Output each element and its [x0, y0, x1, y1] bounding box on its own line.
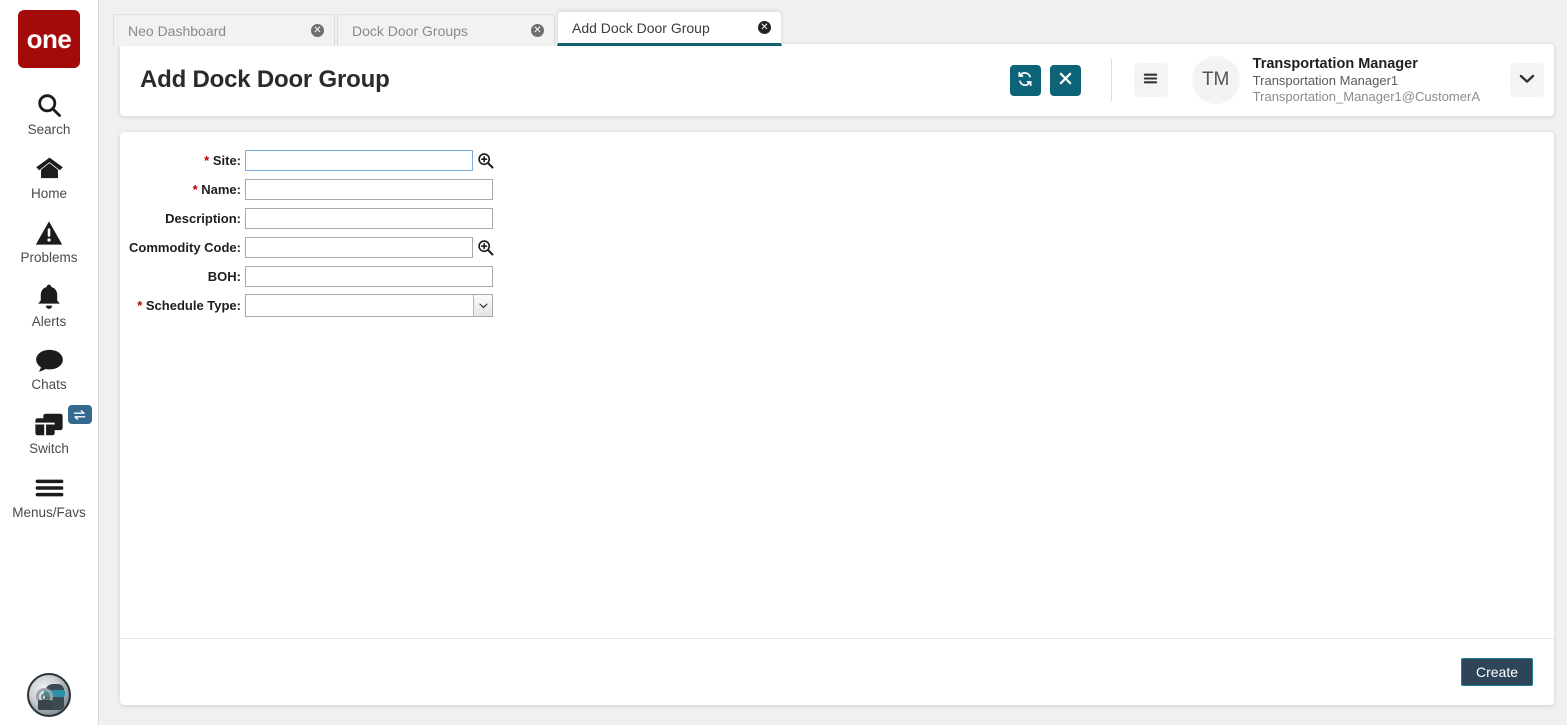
tab-dock-door-groups[interactable]: Dock Door Groups ✕: [337, 14, 555, 46]
site-label: * Site:: [120, 153, 245, 168]
commodity-code-label: Commodity Code:: [129, 240, 241, 255]
hamburger-icon: [35, 473, 64, 503]
tab-label: Dock Door Groups: [352, 22, 468, 39]
field-row-description: Description:: [120, 206, 1554, 231]
warning-triangle-icon: [35, 218, 63, 248]
required-asterisk: *: [137, 298, 143, 313]
schedule-type-label: * Schedule Type:: [120, 298, 245, 313]
robot-arm: [38, 700, 52, 710]
sidebar-item-switch[interactable]: Switch: [0, 405, 99, 457]
swap-arrows-icon[interactable]: [67, 405, 92, 425]
label-text: Name:: [201, 182, 241, 197]
sidebar-item-home[interactable]: Home: [0, 154, 99, 202]
close-circle-icon[interactable]: ✕: [531, 24, 544, 37]
site-input[interactable]: [245, 150, 473, 171]
tab-neo-dashboard[interactable]: Neo Dashboard ✕: [113, 14, 335, 46]
required-asterisk: *: [192, 182, 198, 197]
sidebar-item-chats[interactable]: Chats: [0, 345, 99, 393]
form-fields-area: * Site: * Name: Description: Commodity C…: [120, 132, 1554, 638]
description-label: Description:: [165, 211, 241, 226]
form-panel: * Site: * Name: Description: Commodity C…: [120, 132, 1554, 705]
sidebar-item-label: Alerts: [31, 313, 67, 329]
commodity-code-input[interactable]: [245, 237, 473, 258]
sidebar-item-label: Search: [27, 122, 71, 137]
logo-text: one: [26, 24, 72, 54]
field-row-commodity-code: Commodity Code:: [120, 235, 1554, 260]
close-page-button[interactable]: [1049, 64, 1081, 96]
user-info: Transportation Manager Transportation Ma…: [1253, 55, 1480, 106]
windows-stack-icon: [34, 409, 64, 439]
field-row-site: * Site:: [120, 148, 1554, 173]
sidebar-item-problems[interactable]: Problems: [0, 218, 99, 266]
field-row-name: * Name:: [120, 177, 1554, 202]
field-row-schedule-type: * Schedule Type:: [120, 293, 1554, 318]
header-divider: [1110, 59, 1112, 101]
user-name: Transportation Manager1: [1252, 72, 1399, 88]
tab-add-dock-door-group[interactable]: Add Dock Door Group ✕: [557, 11, 782, 46]
sidebar-item-label: Chats: [31, 377, 67, 393]
panel-footer: Create: [120, 638, 1554, 705]
label-text: Site:: [212, 153, 241, 168]
chevron-down-icon: [1519, 71, 1535, 89]
user-role: Transportation Manager: [1252, 55, 1418, 72]
assistant-robot-icon[interactable]: [27, 673, 71, 717]
header-actions: TM Transportation Manager Transportation…: [1001, 55, 1554, 106]
name-input[interactable]: [245, 179, 493, 200]
page-header-card: Add Dock Door Group TM Transportation Ma…: [120, 44, 1554, 116]
magnifier-plus-icon[interactable]: [475, 238, 495, 258]
boh-label: BOH:: [207, 269, 241, 284]
sidebar-item-menus-favs[interactable]: Menus/Favs: [0, 473, 99, 521]
avatar-initials: TM: [1201, 69, 1230, 90]
required-asterisk: *: [204, 153, 210, 168]
application-window: one Search Home Problems Alerts Chats Sw…: [0, 0, 1567, 725]
create-button[interactable]: Create: [1460, 658, 1533, 686]
hamburger-menu-icon: [1142, 71, 1159, 89]
boh-input[interactable]: [245, 266, 493, 287]
tab-bar: Neo Dashboard ✕ Dock Door Groups ✕ Add D…: [113, 11, 784, 46]
sidebar-item-alerts[interactable]: Alerts: [0, 282, 99, 330]
chat-bubble-icon: [35, 345, 64, 375]
field-row-boh: BOH:: [120, 264, 1554, 289]
left-sidebar: one Search Home Problems Alerts Chats Sw…: [0, 0, 99, 725]
avatar[interactable]: TM: [1191, 56, 1240, 104]
tab-label: Add Dock Door Group: [572, 19, 710, 36]
page-title: Add Dock Door Group: [140, 66, 390, 93]
magnifier-plus-icon[interactable]: [475, 151, 495, 171]
close-x-icon: [1058, 71, 1073, 89]
header-menu-button[interactable]: [1133, 63, 1168, 97]
sidebar-item-search[interactable]: Search: [0, 90, 99, 138]
bell-icon: [36, 282, 62, 312]
name-label: * Name:: [120, 182, 245, 197]
home-icon: [35, 154, 64, 184]
sidebar-item-label: Home: [30, 185, 67, 201]
label-text: Schedule Type:: [145, 298, 241, 313]
sidebar-item-label: Switch: [29, 441, 69, 457]
schedule-type-select[interactable]: [245, 294, 493, 317]
sidebar-item-label: Problems: [20, 249, 78, 265]
search-icon: [35, 90, 63, 120]
sidebar-item-label: Menus/Favs: [12, 505, 86, 521]
schedule-type-select-wrap: [245, 294, 493, 317]
user-email: Transportation_Manager1@CustomerA: [1252, 89, 1480, 105]
tab-label: Neo Dashboard: [128, 22, 227, 39]
close-circle-icon[interactable]: ✕: [758, 21, 771, 34]
close-circle-icon[interactable]: ✕: [311, 24, 324, 37]
one-logo[interactable]: one: [18, 10, 80, 68]
user-menu-dropdown-button[interactable]: [1510, 63, 1544, 97]
refresh-button[interactable]: [1009, 64, 1041, 96]
description-input[interactable]: [245, 208, 493, 229]
refresh-icon: [1017, 71, 1033, 90]
